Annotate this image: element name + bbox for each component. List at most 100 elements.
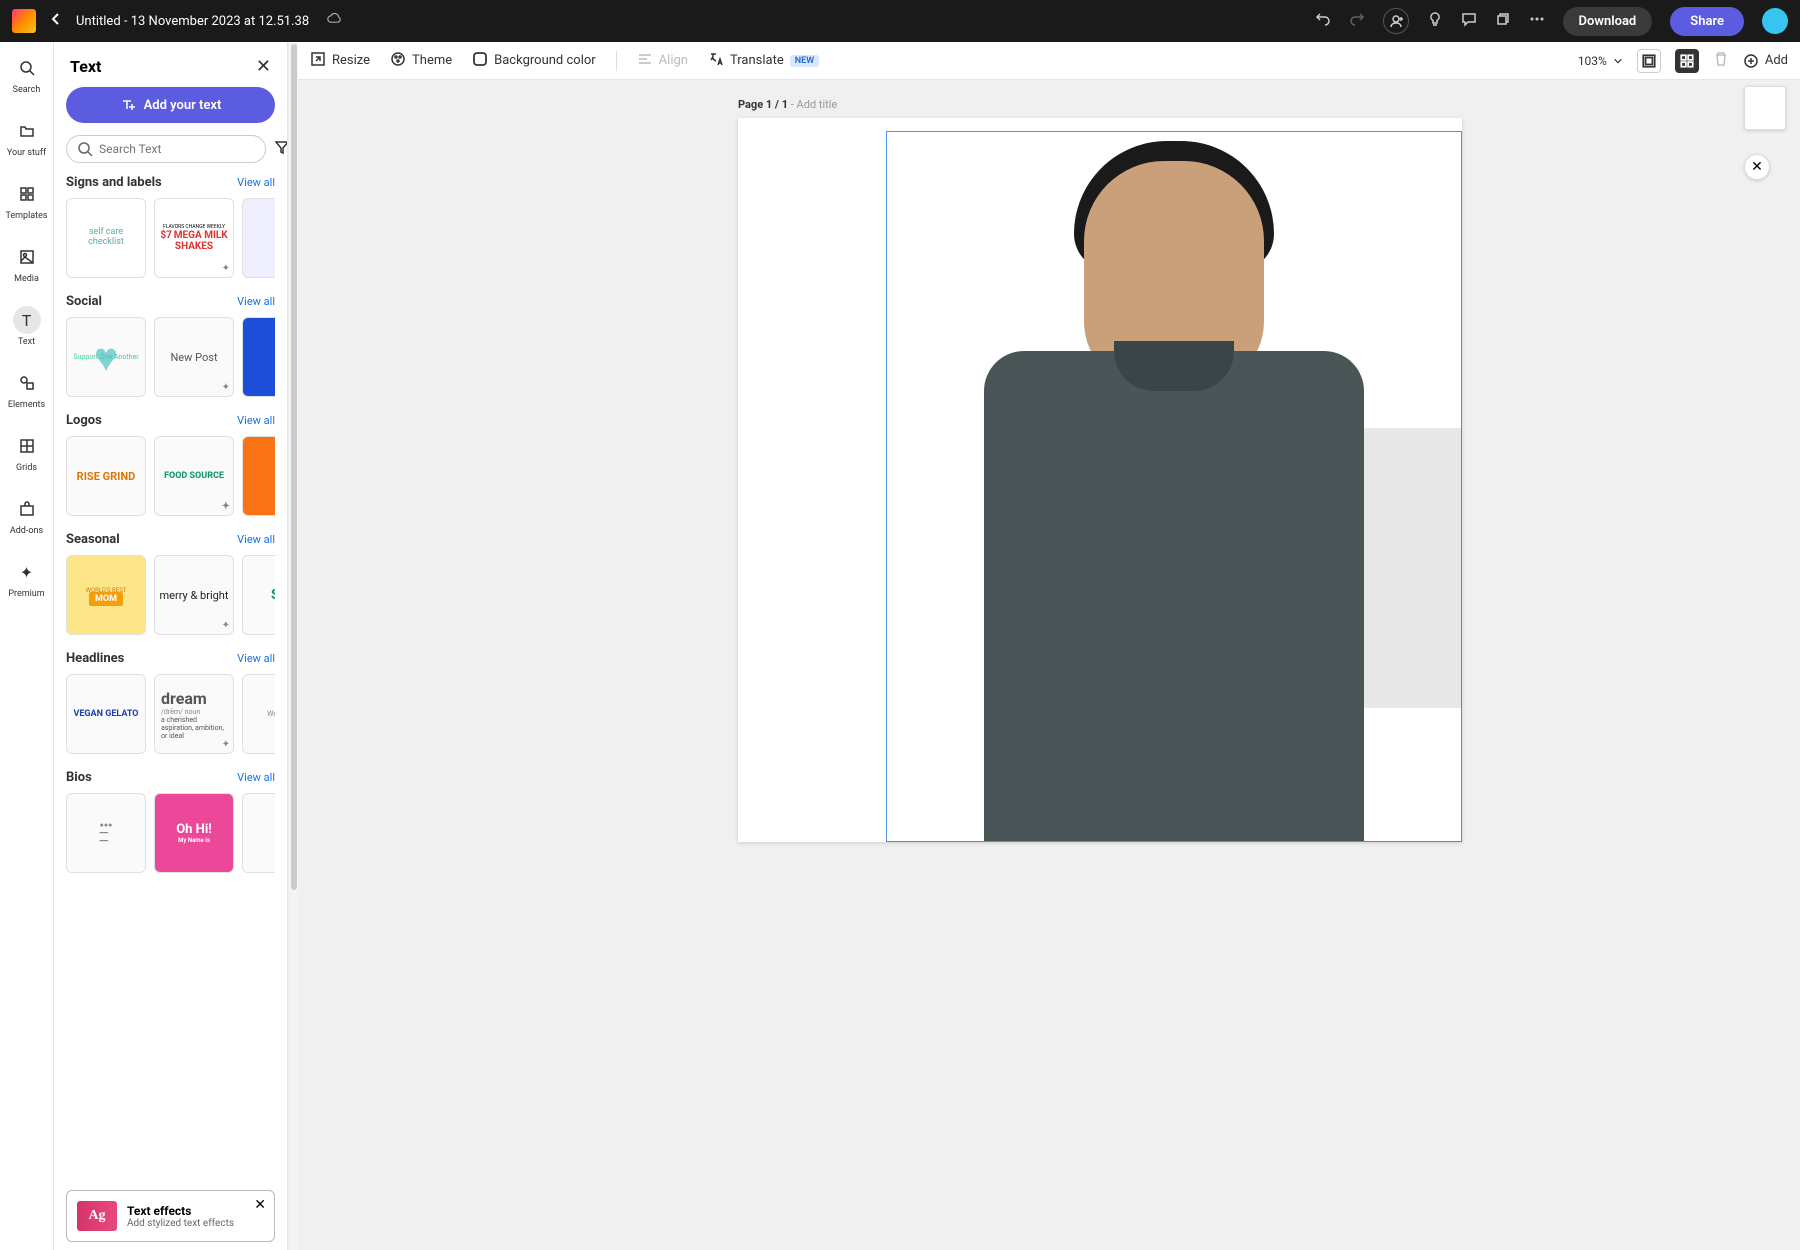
view-all-link[interactable]: View all — [237, 771, 275, 784]
rail-text[interactable]: TText — [0, 306, 53, 347]
close-panel-button[interactable]: ✕ — [256, 56, 271, 77]
text-effects-title: Text effects — [127, 1204, 234, 1218]
new-badge: NEW — [790, 55, 819, 67]
section-title: Headlines — [66, 651, 124, 666]
artboard[interactable] — [738, 118, 1462, 842]
delete-icon[interactable] — [1713, 51, 1729, 71]
template-thumb[interactable]: self care checklist — [66, 198, 146, 278]
template-thumb[interactable]: FLAVORS CHANGE WEEKLY$7 MEGA MILK SHAKES… — [154, 198, 234, 278]
view-all-link[interactable]: View all — [237, 533, 275, 546]
page-thumbnail[interactable] — [1744, 86, 1786, 130]
theme-icon — [390, 51, 406, 71]
premium-badge-icon: ✦ — [222, 739, 230, 750]
template-thumb[interactable] — [242, 436, 275, 516]
plus-icon — [1743, 53, 1759, 69]
template-thumb[interactable]: SUI — [242, 555, 275, 635]
template-thumb[interactable]: ●●●━━━━ — [66, 793, 146, 873]
more-icon[interactable] — [1529, 11, 1545, 31]
rail-addons[interactable]: Add-ons — [0, 495, 53, 536]
selection-box[interactable] — [886, 131, 1462, 842]
text-panel: Text ✕ Add your text Signs and labels Vie… — [54, 42, 288, 1250]
addons-icon — [19, 501, 35, 517]
template-thumb[interactable]: New Post✦ — [154, 317, 234, 397]
section-title: Seasonal — [66, 532, 120, 547]
text-effects-close[interactable]: ✕ — [254, 1197, 266, 1213]
close-thumbnails-button[interactable]: ✕ — [1744, 154, 1770, 180]
filter-icon[interactable] — [274, 139, 288, 159]
download-button[interactable]: Download — [1563, 7, 1653, 36]
canvas-toolbar: Resize Theme Background color Align Tran… — [298, 42, 1800, 80]
page-label[interactable]: Page 1 / 1 - Add title — [738, 98, 837, 111]
app-logo — [12, 9, 36, 33]
template-thumb[interactable]: WORLD'S BESTMOM — [66, 555, 146, 635]
cloud-sync-icon[interactable] — [327, 11, 343, 31]
template-thumb[interactable]: RISE GRIND — [66, 436, 146, 516]
bulb-icon[interactable] — [1427, 11, 1443, 31]
search-text-input[interactable] — [66, 135, 266, 163]
rail-media[interactable]: Media — [0, 243, 53, 284]
premium-badge-icon: ✦ — [222, 382, 230, 393]
header-actions: Download Share — [1315, 7, 1788, 36]
template-thumb[interactable]: merry & bright✦ — [154, 555, 234, 635]
back-button[interactable] — [48, 11, 64, 31]
chevron-down-icon — [1613, 56, 1623, 66]
template-thumb[interactable]: dream/drēm/ nouna cherished aspiration, … — [154, 674, 234, 754]
document-title[interactable]: Untitled - 13 November 2023 at 12.51.38 — [76, 14, 309, 29]
view-all-link[interactable]: View all — [237, 414, 275, 427]
section-logos: Logos View all RISE GRIND FOOD SOURCE✦ — [66, 413, 275, 516]
translate-button[interactable]: TranslateNEW — [708, 51, 819, 71]
view-all-link[interactable]: View all — [237, 652, 275, 665]
section-title: Social — [66, 294, 102, 309]
view-all-link[interactable]: View all — [237, 176, 275, 189]
premium-badge-icon: ✦ — [222, 501, 230, 512]
section-title: Signs and labels — [66, 175, 162, 190]
share-button[interactable]: Share — [1670, 7, 1744, 36]
invite-icon[interactable] — [1383, 8, 1409, 34]
align-icon — [637, 51, 653, 71]
template-thumb[interactable]: Women q — [242, 674, 275, 754]
templates-icon — [19, 186, 35, 202]
bgcolor-button[interactable]: Background color — [472, 51, 596, 71]
grid-view-icon[interactable] — [1675, 49, 1699, 73]
redo-icon[interactable] — [1349, 11, 1365, 31]
panel-title: Text — [70, 57, 101, 76]
template-thumb[interactable] — [242, 793, 275, 873]
theme-button[interactable]: Theme — [390, 51, 452, 71]
user-avatar[interactable] — [1762, 8, 1788, 34]
add-text-button[interactable]: Add your text — [66, 87, 275, 123]
search-field[interactable] — [99, 142, 255, 156]
add-text-icon — [120, 97, 136, 113]
view-all-link[interactable]: View all — [237, 295, 275, 308]
section-title: Bios — [66, 770, 92, 785]
layout-view-icon[interactable] — [1637, 49, 1661, 73]
add-page-button[interactable]: Add — [1743, 53, 1788, 69]
template-thumb[interactable]: Oh Hi!My Name is — [154, 793, 234, 873]
pages-icon[interactable] — [1495, 11, 1511, 31]
undo-icon[interactable] — [1315, 11, 1331, 31]
resize-button[interactable]: Resize — [310, 51, 370, 71]
premium-badge-icon: ✦ — [222, 263, 230, 274]
premium-badge-icon: ✦ — [222, 620, 230, 631]
canvas-viewport[interactable]: Page 1 / 1 - Add title ✕ — [298, 80, 1800, 1250]
template-thumb[interactable]: Support One Another — [66, 317, 146, 397]
rail-premium[interactable]: ✦Premium — [0, 558, 53, 599]
media-icon — [19, 249, 35, 265]
section-title: Logos — [66, 413, 102, 428]
panel-scrollbar[interactable] — [288, 42, 298, 1250]
rail-yourstuff[interactable]: Your stuff — [0, 117, 53, 158]
rail-elements[interactable]: Elements — [0, 369, 53, 410]
resize-icon — [310, 51, 326, 71]
elements-icon — [19, 375, 35, 391]
rail-search[interactable]: Search — [0, 54, 53, 95]
rail-grids[interactable]: Grids — [0, 432, 53, 473]
zoom-dropdown[interactable]: 103% — [1578, 54, 1623, 68]
template-thumb[interactable]: Onl — [242, 317, 275, 397]
comment-icon[interactable] — [1461, 11, 1477, 31]
template-thumb[interactable] — [242, 198, 275, 278]
template-thumb[interactable]: VEGAN GELATO — [66, 674, 146, 754]
template-thumb[interactable]: FOOD SOURCE✦ — [154, 436, 234, 516]
rail-templates[interactable]: Templates — [0, 180, 53, 221]
text-effects-card[interactable]: Ag Text effects Add stylized text effect… — [66, 1190, 275, 1242]
section-bios: Bios View all ●●●━━━━ Oh Hi!My Name is — [66, 770, 275, 873]
bgcolor-icon — [472, 51, 488, 71]
